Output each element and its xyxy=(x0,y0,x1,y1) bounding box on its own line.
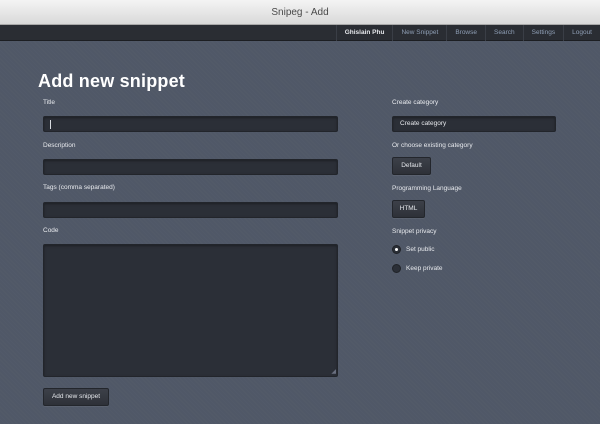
private-radio-label: Keep private xyxy=(406,265,443,272)
privacy-public-option[interactable]: Set public xyxy=(392,245,435,254)
nav-user-name[interactable]: Ghislain Phu xyxy=(335,25,393,41)
nav-new-snippet[interactable]: New Snippet xyxy=(392,25,446,41)
privacy-private-option[interactable]: Keep private xyxy=(392,264,443,273)
description-input[interactable] xyxy=(43,159,338,175)
language-label: Programming Language xyxy=(392,185,462,192)
top-navbar: Ghislain Phu New Snippet Browse Search S… xyxy=(0,25,600,41)
title-label: Title xyxy=(43,99,56,106)
language-select-button[interactable]: HTML xyxy=(392,200,425,218)
window-titlebar: Snipeg - Add xyxy=(0,0,600,25)
nav-search[interactable]: Search xyxy=(485,25,523,41)
create-category-label: Create category xyxy=(392,99,439,106)
tags-label: Tags (comma separated) xyxy=(43,184,115,191)
code-textarea[interactable]: ◢ xyxy=(43,244,338,377)
resize-handle-icon[interactable]: ◢ xyxy=(331,369,336,375)
private-radio[interactable] xyxy=(392,264,401,273)
nav-settings[interactable]: Settings xyxy=(522,25,564,41)
title-input[interactable] xyxy=(43,116,338,132)
public-radio-label: Set public xyxy=(406,246,435,253)
text-caret xyxy=(50,120,51,129)
window-title: Snipeg - Add xyxy=(271,7,329,18)
existing-category-label: Or choose existing category xyxy=(392,142,473,149)
public-radio[interactable] xyxy=(392,245,401,254)
main-content: Add new snippet Title Description Tags (… xyxy=(0,41,600,424)
nav-browse[interactable]: Browse xyxy=(446,25,485,41)
nav-logout[interactable]: Logout xyxy=(563,25,600,41)
add-snippet-button[interactable]: Add new snippet xyxy=(43,388,109,406)
description-label: Description xyxy=(43,142,76,149)
privacy-label: Snippet privacy xyxy=(392,228,437,235)
tags-input[interactable] xyxy=(43,202,338,218)
category-select-button[interactable]: Default xyxy=(392,157,431,175)
create-category-input[interactable]: Create category xyxy=(392,116,556,132)
page-title: Add new snippet xyxy=(38,71,185,91)
code-label: Code xyxy=(43,227,59,234)
